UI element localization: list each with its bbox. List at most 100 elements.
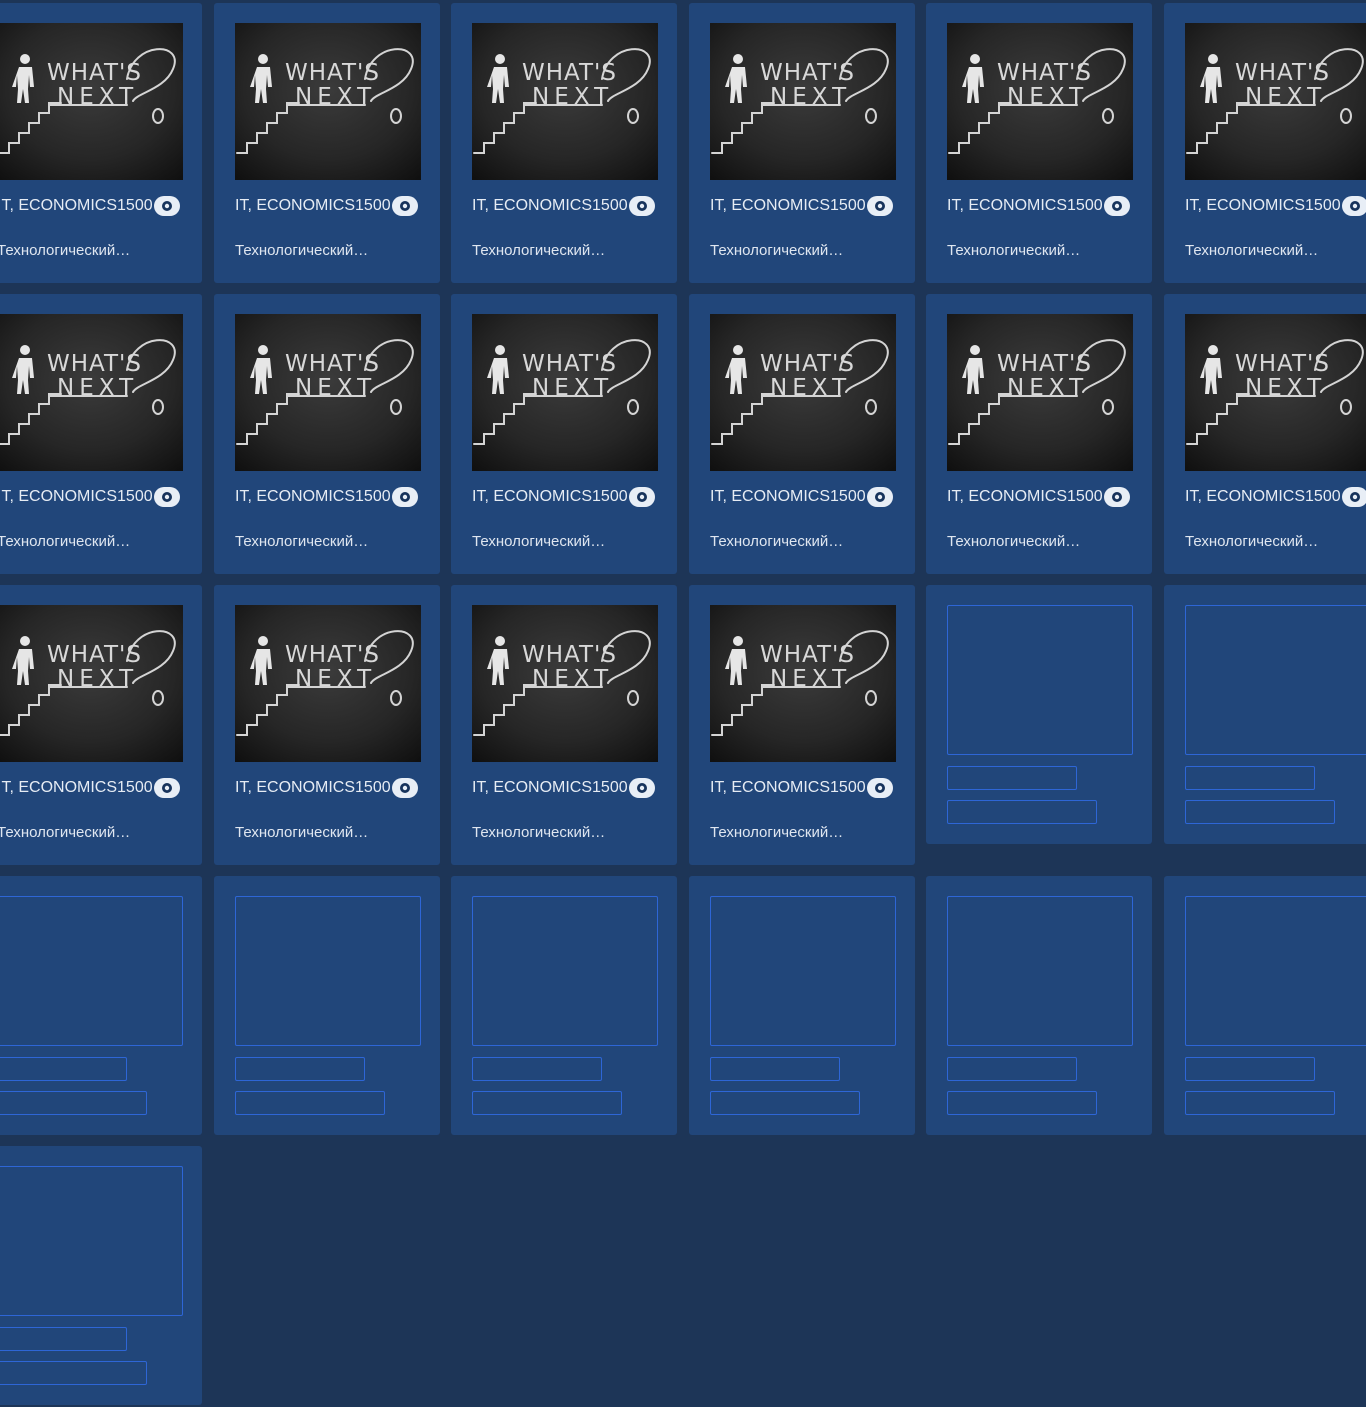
- card-thumbnail[interactable]: WHAT'S NEXT: [947, 23, 1133, 180]
- card-title[interactable]: Технологический…: [710, 531, 900, 553]
- card-tags: IT, ECONOMICS: [472, 488, 593, 505]
- svg-text:WHAT'S: WHAT'S: [1235, 351, 1330, 377]
- chalkboard-image: WHAT'S NEXT: [0, 23, 183, 180]
- content-card[interactable]: WHAT'S NEXT IT, ECONOMICS 1500 Технологич…: [0, 3, 202, 283]
- placeholder-image: [947, 605, 1133, 755]
- card-thumbnail[interactable]: WHAT'S NEXT: [1185, 23, 1366, 180]
- content-card[interactable]: WHAT'S NEXT IT, ECONOMICS 1500 Технологич…: [451, 294, 677, 574]
- chalkboard-image: WHAT'S NEXT: [947, 23, 1133, 180]
- card-tags: IT, ECONOMICS: [710, 779, 831, 796]
- card-thumbnail[interactable]: WHAT'S NEXT: [947, 314, 1133, 471]
- card-tags: IT, ECONOMICS: [0, 779, 118, 796]
- card-views-count: 1500: [1305, 197, 1341, 214]
- card-title[interactable]: Технологический…: [472, 822, 662, 844]
- chalkboard-image: WHAT'S NEXT: [710, 23, 896, 180]
- card-meta: IT, ECONOMICS 1500: [0, 485, 180, 509]
- placeholder-line: [1185, 1091, 1335, 1115]
- card-meta: IT, ECONOMICS 1500: [472, 776, 655, 800]
- eye-icon: [391, 196, 418, 216]
- content-card[interactable]: WHAT'S NEXT IT, ECONOMICS 1500 Технологич…: [926, 3, 1152, 283]
- content-card[interactable]: WHAT'S NEXT IT, ECONOMICS 1500 Технологич…: [1164, 294, 1366, 574]
- content-card[interactable]: WHAT'S NEXT IT, ECONOMICS 1500 Технологич…: [0, 585, 202, 865]
- content-card[interactable]: WHAT'S NEXT IT, ECONOMICS 1500 Технологич…: [689, 3, 915, 283]
- card-thumbnail[interactable]: WHAT'S NEXT: [710, 23, 896, 180]
- card-meta: IT, ECONOMICS 1500: [472, 485, 655, 509]
- card-title[interactable]: Технологический…: [1185, 531, 1366, 553]
- eye-icon: [153, 196, 180, 216]
- svg-text:NEXT: NEXT: [1245, 375, 1326, 401]
- card-title[interactable]: Технологический…: [1185, 240, 1366, 262]
- card-thumbnail[interactable]: WHAT'S NEXT: [710, 605, 896, 762]
- card-title[interactable]: Технологический…: [0, 531, 187, 553]
- card-title[interactable]: Технологический…: [235, 240, 425, 262]
- card-views-count: 1500: [830, 779, 866, 796]
- card-title[interactable]: Технологический…: [235, 531, 425, 553]
- card-thumbnail[interactable]: WHAT'S NEXT: [0, 314, 183, 471]
- svg-text:WHAT'S: WHAT'S: [760, 351, 855, 377]
- card-thumbnail[interactable]: WHAT'S NEXT: [1185, 314, 1366, 471]
- eye-icon: [1341, 196, 1366, 216]
- card-tags: IT, ECONOMICS: [0, 488, 118, 505]
- svg-text:NEXT: NEXT: [532, 375, 613, 401]
- placeholder-image: [0, 1166, 183, 1316]
- card-meta: IT, ECONOMICS 1500: [710, 776, 893, 800]
- card-tags: IT, ECONOMICS: [1185, 488, 1306, 505]
- chalkboard-image: WHAT'S NEXT: [472, 314, 658, 471]
- placeholder-line: [235, 1057, 365, 1081]
- svg-text:WHAT'S: WHAT'S: [760, 642, 855, 668]
- card-thumbnail[interactable]: WHAT'S NEXT: [710, 314, 896, 471]
- eye-icon: [628, 196, 655, 216]
- content-card[interactable]: WHAT'S NEXT IT, ECONOMICS 1500 Технологич…: [214, 585, 440, 865]
- content-card[interactable]: WHAT'S NEXT IT, ECONOMICS 1500 Технологич…: [689, 585, 915, 865]
- card-title[interactable]: Технологический…: [710, 240, 900, 262]
- card-thumbnail[interactable]: WHAT'S NEXT: [472, 23, 658, 180]
- card-tags: IT, ECONOMICS: [235, 197, 356, 214]
- eye-icon: [153, 487, 180, 507]
- card-title[interactable]: Технологический…: [472, 240, 662, 262]
- svg-text:WHAT'S: WHAT'S: [285, 60, 380, 86]
- card-thumbnail[interactable]: WHAT'S NEXT: [472, 605, 658, 762]
- content-card[interactable]: WHAT'S NEXT IT, ECONOMICS 1500 Технологич…: [1164, 3, 1366, 283]
- card-tags: IT, ECONOMICS: [235, 779, 356, 796]
- svg-text:NEXT: NEXT: [57, 375, 138, 401]
- card-title[interactable]: Технологический…: [947, 531, 1137, 553]
- card-views-count: 1500: [1067, 488, 1103, 505]
- card-views-count: 1500: [117, 197, 153, 214]
- card-title[interactable]: Технологический…: [710, 822, 900, 844]
- svg-text:WHAT'S: WHAT'S: [997, 351, 1092, 377]
- card-title[interactable]: Технологический…: [947, 240, 1137, 262]
- placeholder-line: [472, 1091, 622, 1115]
- content-card[interactable]: WHAT'S NEXT IT, ECONOMICS 1500 Технологич…: [214, 294, 440, 574]
- content-card[interactable]: WHAT'S NEXT IT, ECONOMICS 1500 Технологич…: [451, 3, 677, 283]
- card-title[interactable]: Технологический…: [472, 531, 662, 553]
- placeholder-line: [235, 1091, 385, 1115]
- content-card[interactable]: WHAT'S NEXT IT, ECONOMICS 1500 Технологич…: [689, 294, 915, 574]
- eye-icon: [391, 778, 418, 798]
- card-meta: IT, ECONOMICS 1500: [947, 194, 1130, 218]
- content-card[interactable]: WHAT'S NEXT IT, ECONOMICS 1500 Технологич…: [214, 3, 440, 283]
- card-views-count: 1500: [355, 197, 391, 214]
- card-thumbnail[interactable]: WHAT'S NEXT: [235, 605, 421, 762]
- placeholder-line: [710, 1091, 860, 1115]
- svg-text:NEXT: NEXT: [57, 84, 138, 110]
- svg-text:WHAT'S: WHAT'S: [1235, 60, 1330, 86]
- card-title[interactable]: Технологический…: [235, 822, 425, 844]
- content-card[interactable]: WHAT'S NEXT IT, ECONOMICS 1500 Технологич…: [0, 294, 202, 574]
- card-title[interactable]: Технологический…: [0, 822, 187, 844]
- svg-text:NEXT: NEXT: [770, 375, 851, 401]
- card-thumbnail[interactable]: WHAT'S NEXT: [0, 23, 183, 180]
- content-card[interactable]: WHAT'S NEXT IT, ECONOMICS 1500 Технологич…: [451, 585, 677, 865]
- card-thumbnail[interactable]: WHAT'S NEXT: [472, 314, 658, 471]
- card-thumbnail[interactable]: WHAT'S NEXT: [235, 314, 421, 471]
- card-meta: IT, ECONOMICS 1500: [472, 194, 655, 218]
- placeholder-line: [947, 766, 1077, 790]
- loading-card-placeholder: [926, 876, 1152, 1135]
- card-thumbnail[interactable]: WHAT'S NEXT: [0, 605, 183, 762]
- loading-card-placeholder: [214, 876, 440, 1135]
- loading-card-placeholder: [0, 876, 202, 1135]
- card-thumbnail[interactable]: WHAT'S NEXT: [235, 23, 421, 180]
- card-views-count: 1500: [355, 779, 391, 796]
- card-title[interactable]: Технологический…: [0, 240, 187, 262]
- content-card[interactable]: WHAT'S NEXT IT, ECONOMICS 1500 Технологич…: [926, 294, 1152, 574]
- placeholder-line: [0, 1327, 127, 1351]
